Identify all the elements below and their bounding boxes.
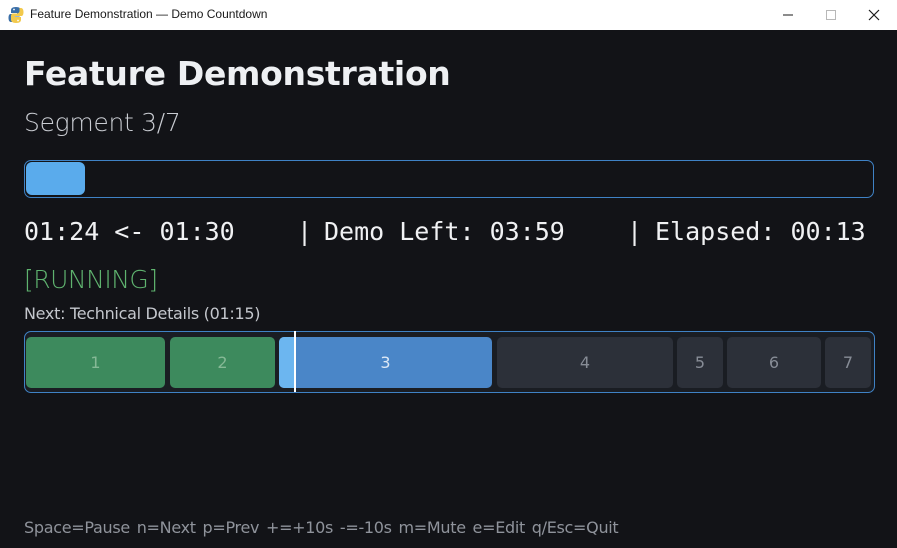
- title-bar: Feature Demonstration — Demo Countdown: [0, 0, 897, 30]
- timeline-segment-5[interactable]: 5: [677, 337, 723, 388]
- timeline-segment-4[interactable]: 4: [497, 337, 673, 388]
- progress-fill: [26, 162, 85, 195]
- segment-indicator: Segment 3/7: [24, 108, 181, 137]
- timer-readout: 01:24 <- 01:30 | Demo Left: 03:59 | Elap…: [24, 217, 874, 249]
- segment-label: 3: [380, 353, 391, 372]
- demo-left: Demo Left: 03:59: [324, 217, 565, 246]
- hotkey-help: Space=Pause n=Next p=Prev +=+10s -=-10s …: [24, 518, 619, 537]
- page-title: Feature Demonstration: [24, 54, 451, 93]
- window-title: Feature Demonstration — Demo Countdown: [30, 7, 268, 21]
- status-label: [RUNNING]: [24, 265, 158, 294]
- minimize-icon: [783, 14, 793, 16]
- next-segment-label: Next: Technical Details (01:15): [24, 304, 261, 323]
- maximize-icon: [826, 10, 836, 20]
- separator: |: [297, 217, 313, 246]
- python-icon: [8, 6, 24, 24]
- segment-progress-bar: [24, 160, 874, 198]
- timeline-segment-1[interactable]: 1: [26, 337, 165, 388]
- timeline-segment-6[interactable]: 6: [727, 337, 821, 388]
- separator: |: [627, 217, 643, 246]
- playhead-marker: [294, 331, 296, 392]
- close-icon: [868, 9, 880, 21]
- segment-label: 4: [579, 353, 591, 372]
- minimize-button[interactable]: [765, 0, 811, 30]
- segment-countdown: 01:24 <- 01:30: [24, 217, 235, 246]
- segment-label: 6: [768, 353, 780, 372]
- segment-label: 1: [90, 353, 101, 372]
- timeline-segment-3[interactable]: 3: [279, 337, 492, 388]
- segment-timeline: 1 2 3 4 5 6 7: [24, 331, 875, 393]
- close-button[interactable]: [851, 0, 897, 30]
- segment-label: 7: [842, 353, 854, 372]
- segment-progress-fill: [279, 337, 295, 388]
- timeline-segment-2[interactable]: 2: [170, 337, 275, 388]
- segment-label: 2: [217, 353, 228, 372]
- elapsed-time: Elapsed: 00:13: [655, 217, 866, 246]
- maximize-button[interactable]: [808, 0, 854, 30]
- segment-label: 5: [694, 353, 706, 372]
- timeline-segment-7[interactable]: 7: [825, 337, 871, 388]
